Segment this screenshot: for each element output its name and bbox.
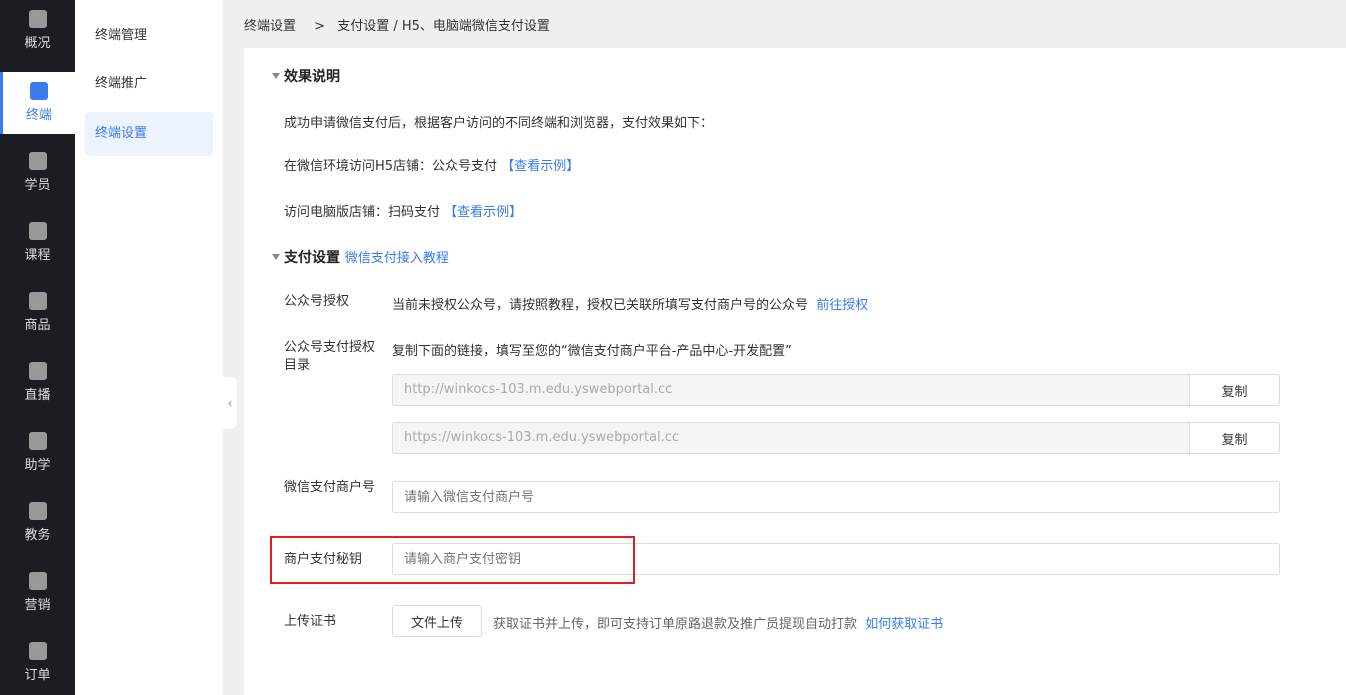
how-to-get-cert-link[interactable]: 如何获取证书	[865, 617, 943, 632]
tag-icon	[28, 572, 47, 590]
view-example-link[interactable]: 【查看示例】	[501, 159, 579, 174]
store-icon	[30, 82, 48, 100]
dir-text: 复制下面的链接，填写至您的“微信支付商户平台-产品中心-开发配置”	[392, 344, 792, 359]
chevron-left-icon: ‹	[227, 396, 233, 410]
merchant-id-input[interactable]	[392, 481, 1280, 513]
document-icon	[28, 642, 47, 660]
sub-nav: 终端管理 终端推广 终端设置	[75, 0, 223, 695]
book-icon	[28, 222, 47, 240]
video-icon	[28, 362, 47, 380]
tutorial-link[interactable]: 微信支付接入教程	[345, 251, 449, 266]
gamepad-icon	[28, 432, 47, 450]
auth-text: 当前未授权公众号，请按照教程，授权已关联所填写支付商户号的公众号 前往授权	[392, 298, 869, 313]
nav-item-orders[interactable]: 订单	[0, 632, 75, 694]
nav-item-students[interactable]: 学员	[0, 142, 75, 204]
users-icon	[28, 152, 47, 170]
content-panel: 效果说明 成功申请微信支付后，根据客户访问的不同终端和浏览器，支付效果如下： 在…	[244, 48, 1346, 695]
caret-down-icon	[272, 254, 280, 260]
file-upload-button[interactable]: 文件上传	[392, 605, 482, 637]
breadcrumb: 终端设置 > 支付设置 / H5、电脑端微信支付设置	[244, 15, 556, 34]
nav-item-assist[interactable]: 助学	[0, 422, 75, 484]
dir-label: 公众号支付授权目录	[284, 340, 376, 373]
nav-item-marketing[interactable]: 营销	[0, 562, 75, 624]
view-example-link[interactable]: 【查看示例】	[444, 205, 522, 220]
merchant-label: 微信支付商户号	[284, 480, 376, 495]
effect-intro: 成功申请微信支付后，根据客户访问的不同终端和浏览器，支付效果如下：	[284, 116, 714, 131]
main-nav: 概况 终端 学员 课程 商品 直播 助学 教务 营销 订单	[0, 0, 75, 695]
box-icon	[28, 502, 47, 520]
section-effect[interactable]: 效果说明	[272, 66, 340, 86]
breadcrumb-terminal-settings[interactable]: 终端设置	[244, 19, 296, 34]
chart-icon	[28, 10, 47, 28]
subnav-terminal-promote[interactable]: 终端推广	[85, 62, 213, 106]
subnav-terminal-manage[interactable]: 终端管理	[85, 14, 213, 58]
caret-down-icon	[272, 73, 280, 79]
cert-label: 上传证书	[284, 614, 337, 629]
breadcrumb-current: 支付设置 / H5、电脑端微信支付设置	[337, 19, 550, 34]
url-https-field[interactable]: https://winkocs-103.m.edu.yswebportal.cc	[392, 422, 1190, 454]
subnav-terminal-settings[interactable]: 终端设置	[85, 112, 213, 156]
nav-item-overview[interactable]: 概况	[0, 0, 75, 72]
secret-label: 商户支付秘钥	[284, 552, 363, 567]
auth-label: 公众号授权	[284, 294, 350, 309]
merchant-secret-input[interactable]	[392, 543, 1280, 575]
cert-text: 获取证书并上传，即可支持订单原路退款及推广员提现自动打款 如何获取证书	[493, 617, 944, 632]
url-http-field[interactable]: http://winkocs-103.m.edu.yswebportal.cc	[392, 374, 1190, 406]
collapse-sidebar-button[interactable]: ‹	[223, 377, 237, 429]
copy-button[interactable]: 复制	[1189, 422, 1280, 454]
effect-line-h5: 在微信环境访问H5店铺：公众号支付 【查看示例】	[284, 159, 580, 174]
effect-line-pc: 访问电脑版店铺：扫码支付 【查看示例】	[284, 205, 523, 220]
breadcrumb-separator: >	[314, 19, 326, 34]
section-pay[interactable]: 支付设置 微信支付接入教程	[272, 247, 449, 267]
nav-item-live[interactable]: 直播	[0, 352, 75, 414]
bag-icon	[28, 292, 47, 310]
nav-item-terminal[interactable]: 终端	[0, 72, 75, 134]
copy-button[interactable]: 复制	[1189, 374, 1280, 406]
go-authorize-link[interactable]: 前往授权	[816, 298, 868, 313]
nav-item-courses[interactable]: 课程	[0, 212, 75, 274]
nav-item-academic[interactable]: 教务	[0, 492, 75, 554]
nav-item-products[interactable]: 商品	[0, 282, 75, 344]
